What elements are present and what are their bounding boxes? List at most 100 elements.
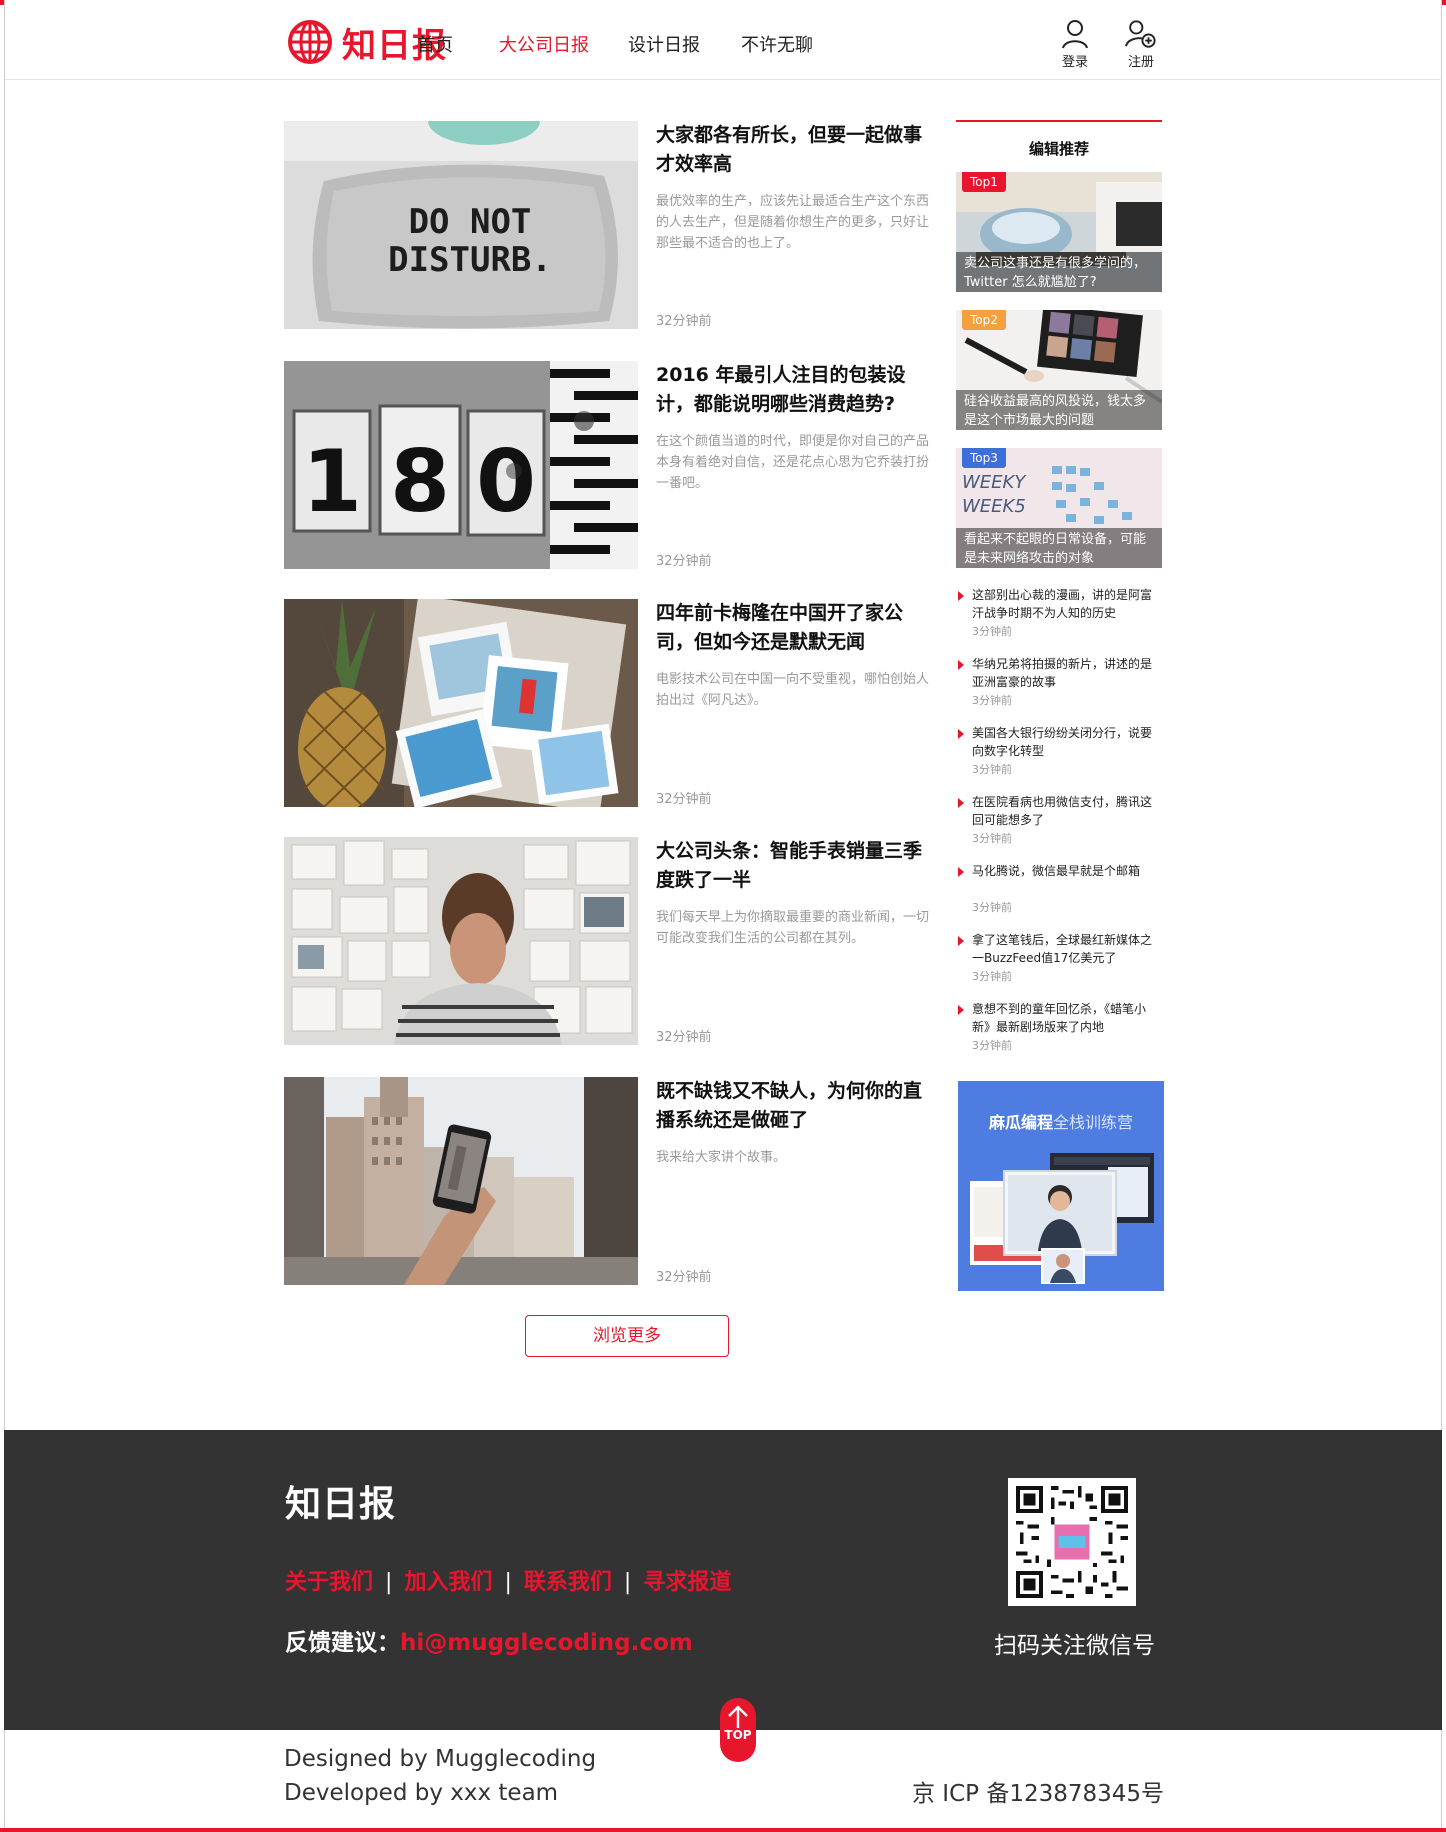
user-icon bbox=[1062, 20, 1088, 49]
top-pick-caption[interactable]: 看起来不起眼的日常设备，可能是未来网络攻击的对象 bbox=[956, 528, 1162, 568]
pillow-image: DO NOT DISTURB. bbox=[284, 121, 638, 329]
list-item-title[interactable]: 这部别出心裁的漫画，讲的是阿富汗战争时期不为人知的历史 bbox=[972, 586, 1162, 622]
top-pick-caption[interactable]: 硅谷收益最高的风投说，钱太多是这个市场最大的问题 bbox=[956, 390, 1162, 430]
list-item-title[interactable]: 拿了这笔钱后，全球最红新媒体之一BuzzFeed值17亿美元了 bbox=[972, 931, 1162, 967]
tile-digit-0: 0 bbox=[476, 432, 536, 532]
login-label: 登录 bbox=[1061, 55, 1088, 70]
article-title[interactable]: 大家都各有所长，但要一起做事才效率高 bbox=[656, 121, 940, 179]
bullet-triangle-icon bbox=[958, 660, 964, 670]
list-item-title[interactable]: 马化腾说，微信最早就是个邮箱 bbox=[972, 862, 1162, 898]
article-time: 32分钟前 bbox=[656, 1270, 712, 1285]
list-item-title[interactable]: 意想不到的童年回忆杀，《蜡笔小新》最新剧场版来了内地 bbox=[972, 1000, 1162, 1036]
feedback-line: 反馈建议：hi@mugglecoding.com bbox=[285, 1623, 693, 1657]
nav-big-company-daily[interactable]: 大公司日报 bbox=[499, 31, 589, 57]
article-card[interactable]: 1 8 0 2016 年最引人注目的包装设计，都能说明哪些消费趋势? 在这个颜值… bbox=[284, 361, 944, 569]
phone-city-image bbox=[284, 1077, 638, 1285]
article-title[interactable]: 四年前卡梅隆在中国开了家公司，但如今还是默默无闻 bbox=[656, 599, 940, 657]
sidebar-heading: 编辑推荐 bbox=[1028, 140, 1089, 158]
list-item-title[interactable]: 华纳兄弟将拍摄的新片，讲述的是亚洲富豪的故事 bbox=[972, 655, 1162, 691]
pineapple-photos-image bbox=[284, 599, 638, 807]
nav-design-daily[interactable]: 设计日报 bbox=[628, 31, 700, 57]
list-item-time: 3分钟前 bbox=[972, 1039, 1012, 1052]
article-summary: 在这个颜值当道的时代，即便是你对自己的产品本身有着绝对自信，还是花点心思为它乔装… bbox=[656, 434, 930, 491]
register-label: 注册 bbox=[1127, 55, 1154, 70]
list-item[interactable]: 马化腾说，微信最早就是个邮箱 3分钟前 bbox=[956, 862, 1162, 931]
editor-picks-sidebar: 编辑推荐 Top1 卖公司这事还是有很多学问的，Twitter 怎么就尴尬了? bbox=[956, 120, 1162, 1069]
qr-code-icon bbox=[1016, 1486, 1128, 1598]
article-title[interactable]: 既不缺钱又不缺人，为何你的直播系统还是做砸了 bbox=[656, 1077, 940, 1135]
article-time: 32分钟前 bbox=[656, 314, 712, 329]
recommended-list: 这部别出心裁的漫画，讲的是阿富汗战争时期不为人知的历史 3分钟前 华纳兄弟将拍摄的… bbox=[956, 586, 1162, 1069]
article-thumbnail[interactable] bbox=[284, 1077, 638, 1285]
list-item-title[interactable]: 在医院看病也用微信支付，腾讯这回可能想多了 bbox=[972, 793, 1162, 829]
article-card[interactable]: DO NOT DISTURB. 大家都各有所长，但要一起做事才效率高 最优效率的… bbox=[284, 121, 944, 329]
article-thumbnail[interactable] bbox=[284, 837, 638, 1045]
list-item-title[interactable]: 美国各大银行纷纷关闭分行，说要向数字化转型 bbox=[972, 724, 1162, 760]
credits: Designed by Mugglecoding Developed by xx… bbox=[284, 1742, 596, 1810]
list-item[interactable]: 华纳兄弟将拍摄的新片，讲述的是亚洲富豪的故事 3分钟前 bbox=[956, 655, 1162, 724]
list-item[interactable]: 在医院看病也用微信支付，腾讯这回可能想多了 3分钟前 bbox=[956, 793, 1162, 862]
developed-by-text: Developed by xxx team bbox=[284, 1780, 559, 1806]
site-footer: 知日报 关于我们 | 加入我们 | 联系我们 | 寻求报道 反馈建议：hi@muggleco… bbox=[4, 1430, 1442, 1730]
bullet-triangle-icon bbox=[958, 1005, 964, 1015]
seek-coverage-link[interactable]: 寻求报道 bbox=[643, 1570, 731, 1595]
bootcamp-ad-banner[interactable]: 麻瓜编程全栈训练营 bbox=[958, 1081, 1164, 1291]
footer-links: 关于我们 | 加入我们 | 联系我们 | 寻求报道 bbox=[285, 1564, 731, 1596]
article-summary: 我们每天早上为你摘取最重要的商业新闻，一切可能改变我们生活的公司都在其列。 bbox=[656, 910, 930, 946]
link-separator: | bbox=[623, 1570, 632, 1595]
bullet-triangle-icon bbox=[958, 729, 964, 739]
article-card[interactable]: 四年前卡梅隆在中国开了家公司，但如今还是默默无闻 电影技术公司在中国一向不受重视… bbox=[284, 599, 944, 807]
footer-logo: 知日报 bbox=[285, 1484, 397, 1525]
list-item-time: 3分钟前 bbox=[972, 970, 1012, 983]
article-card[interactable]: 大公司头条：智能手表销量三季度跌了一半 我们每天早上为你摘取最重要的商业新闻，一… bbox=[284, 837, 944, 1045]
icp-license: 京 ICP 备123878345号 bbox=[912, 1781, 1165, 1807]
list-item[interactable]: 这部别出心裁的漫画，讲的是阿富汗战争时期不为人知的历史 3分钟前 bbox=[956, 586, 1162, 655]
article-title[interactable]: 2016 年最引人注目的包装设计，都能说明哪些消费趋势? bbox=[656, 361, 940, 419]
back-to-top-label: TOP bbox=[724, 1728, 752, 1742]
link-separator: | bbox=[504, 1570, 512, 1595]
register-button[interactable]: 注册 bbox=[1119, 19, 1163, 70]
list-item-time: 3分钟前 bbox=[972, 694, 1012, 707]
tile-digit-1: 1 bbox=[302, 432, 362, 532]
article-summary: 我来给大家讲个故事。 bbox=[656, 1150, 787, 1165]
article-thumbnail[interactable] bbox=[284, 599, 638, 807]
login-button[interactable]: 登录 bbox=[1053, 19, 1097, 70]
join-us-link[interactable]: 加入我们 bbox=[404, 1570, 492, 1595]
article-summary: 最优效率的生产，应该先让最适合生产这个东西的人去生产，但是随着你想生产的更多，只… bbox=[656, 194, 930, 251]
list-item[interactable]: 美国各大银行纷纷关闭分行，说要向数字化转型 3分钟前 bbox=[956, 724, 1162, 793]
top-pick-card[interactable]: WEEKY WEEK5 Top3 看起来不起眼的日常设备，可能是未来网络攻击的对… bbox=[956, 448, 1162, 568]
number-tiles-image: 1 8 0 bbox=[284, 361, 638, 569]
sidebar-accent-rule bbox=[956, 120, 1162, 122]
contact-us-link[interactable]: 联系我们 bbox=[524, 1570, 612, 1595]
whiteboard-text-week-5: WEEK5 bbox=[962, 496, 1026, 517]
article-card[interactable]: 既不缺钱又不缺人，为何你的直播系统还是做砸了 我来给大家讲个故事。 32分钟前 bbox=[284, 1077, 944, 1285]
nav-home[interactable]: 首页 bbox=[417, 31, 453, 57]
man-at-wall-image bbox=[284, 837, 638, 1045]
article-thumbnail[interactable]: DO NOT DISTURB. bbox=[284, 121, 638, 329]
article-thumbnail[interactable]: 1 8 0 bbox=[284, 361, 638, 569]
list-item[interactable]: 意想不到的童年回忆杀，《蜡笔小新》最新剧场版来了内地 3分钟前 bbox=[956, 1000, 1162, 1069]
bullet-triangle-icon bbox=[958, 798, 964, 808]
about-us-link[interactable]: 关于我们 bbox=[285, 1570, 373, 1595]
back-to-top-button[interactable]: TOP bbox=[720, 1698, 756, 1762]
article-time: 32分钟前 bbox=[656, 554, 712, 569]
user-add-icon bbox=[1125, 20, 1156, 48]
ad-title: 麻瓜编程全栈训练营 bbox=[958, 1109, 1164, 1133]
list-item[interactable]: 拿了这笔钱后，全球最红新媒体之一BuzzFeed值17亿美元了 3分钟前 bbox=[956, 931, 1162, 1000]
article-title[interactable]: 大公司头条：智能手表销量三季度跌了一半 bbox=[656, 837, 940, 895]
top-pick-card[interactable]: Top2 硅谷收益最高的风投说，钱太多是这个市场最大的问题 bbox=[956, 310, 1162, 430]
top-rank-badge: Top3 bbox=[962, 448, 1006, 468]
bullet-triangle-icon bbox=[958, 936, 964, 946]
pillow-text-line-1: DO NOT bbox=[409, 202, 532, 242]
designed-by-text: Designed by Mugglecoding bbox=[284, 1746, 597, 1772]
whiteboard-text-week-y: WEEKY bbox=[962, 472, 1027, 493]
article-time: 32分钟前 bbox=[656, 792, 712, 807]
feedback-email-link[interactable]: hi@mugglecoding.com bbox=[400, 1630, 693, 1656]
load-more-button[interactable]: 浏览更多 bbox=[525, 1315, 729, 1357]
top-pick-caption[interactable]: 卖公司这事还是有很多学问的，Twitter 怎么就尴尬了? bbox=[956, 252, 1162, 292]
nav-no-boredom[interactable]: 不许无聊 bbox=[741, 31, 813, 57]
tile-digit-8: 8 bbox=[390, 432, 450, 532]
top-pick-card[interactable]: Top1 卖公司这事还是有很多学问的，Twitter 怎么就尴尬了? bbox=[956, 172, 1162, 292]
list-item-time: 3分钟前 bbox=[972, 625, 1012, 638]
list-item-time: 3分钟前 bbox=[972, 832, 1012, 845]
